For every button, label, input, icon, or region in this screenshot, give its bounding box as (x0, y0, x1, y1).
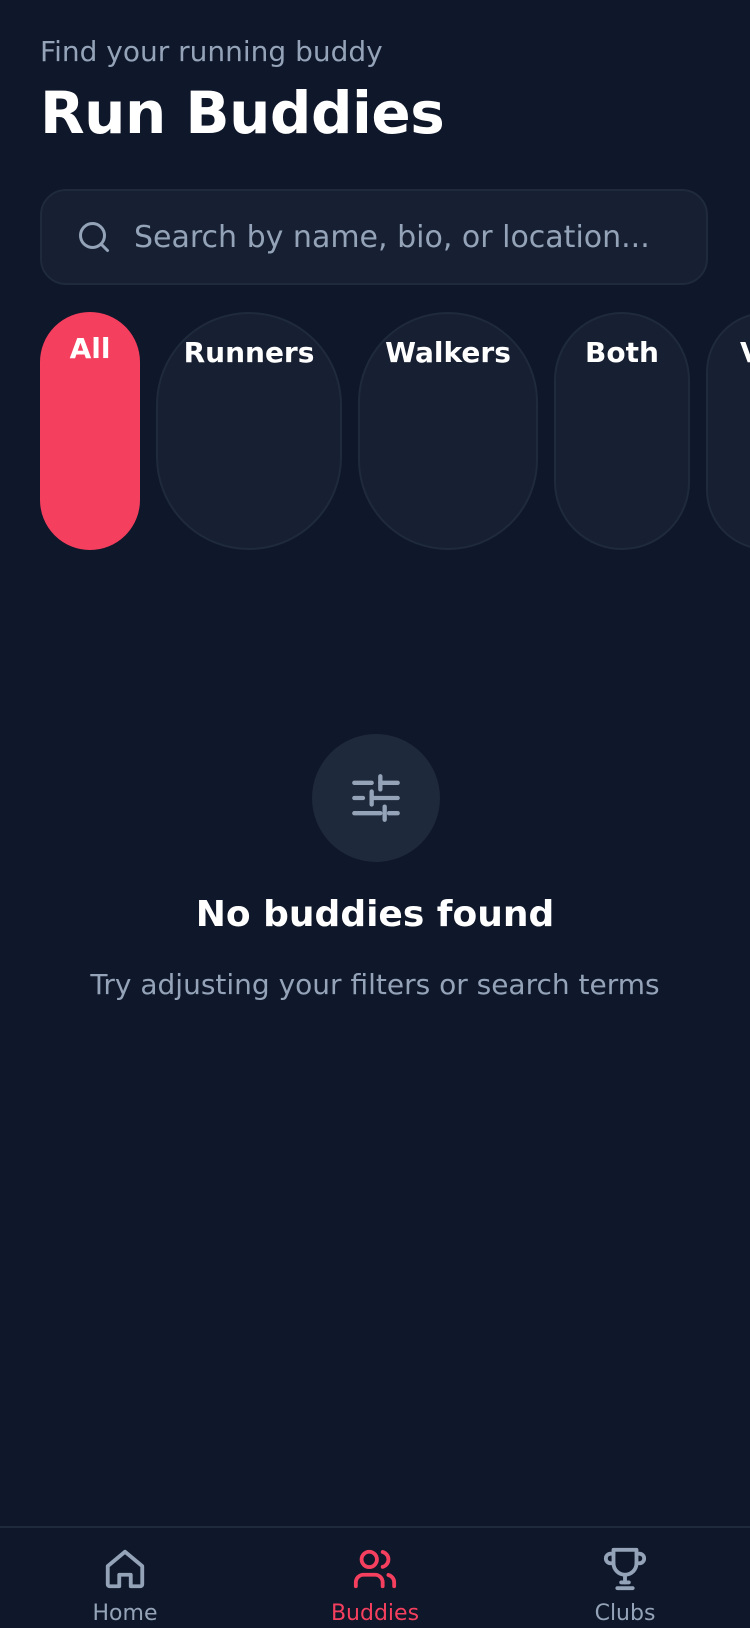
empty-state-title: No buddies found (195, 894, 555, 935)
search-input[interactable] (134, 191, 694, 283)
empty-state-message: Try adjusting your filters or search ter… (90, 968, 660, 1001)
tab-clubs[interactable]: Clubs (500, 1528, 750, 1626)
page-subtitle: Find your running buddy (40, 35, 383, 68)
bottom-tab-bar: Home Buddies Clubs (0, 1526, 750, 1626)
filter-chip-both[interactable]: Both (554, 312, 690, 550)
filter-chip-v[interactable]: V (706, 312, 750, 550)
filter-chip-all[interactable]: All (40, 312, 140, 550)
empty-state-icon-circle (312, 734, 440, 862)
search-bar[interactable] (40, 189, 708, 285)
search-icon (76, 219, 112, 255)
filter-chip-runners[interactable]: Runners (156, 312, 342, 550)
filter-chip-walkers[interactable]: Walkers (358, 312, 538, 550)
page-title: Run Buddies (40, 79, 445, 147)
tab-home[interactable]: Home (0, 1528, 250, 1626)
filter-chips: All Runners Walkers Both V (0, 312, 750, 550)
tab-buddies[interactable]: Buddies (250, 1528, 500, 1626)
